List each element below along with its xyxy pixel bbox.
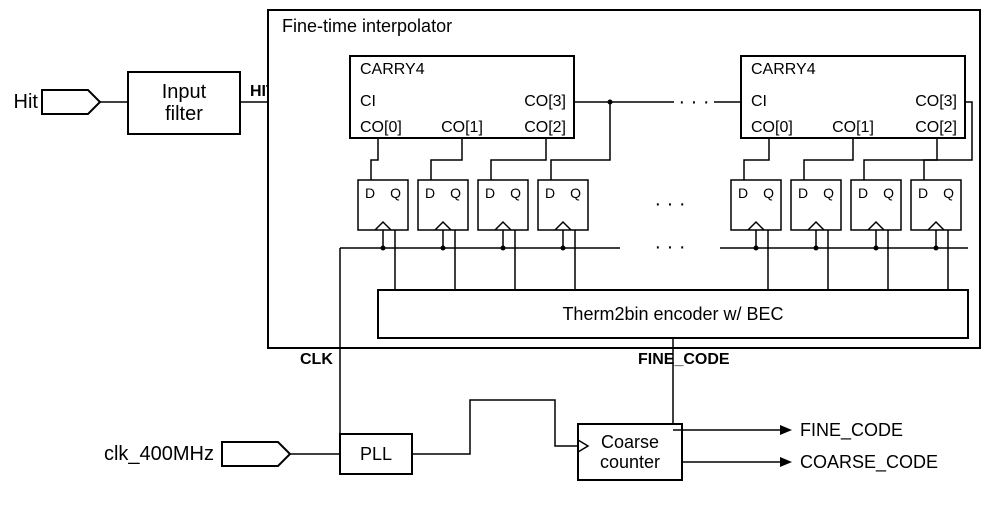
svg-text:D: D [858,185,868,201]
dff-2: D Q [418,180,468,230]
svg-text:D: D [798,185,808,201]
carry4-co3-1: CO[3] [524,93,566,110]
dff-7: D Q [851,180,901,230]
svg-text:Q: Q [390,185,401,201]
dots-carry: · · · [678,91,709,113]
pll-label: PLL [360,444,392,464]
dff-1: D Q [358,180,408,230]
svg-text:Q: Q [450,185,461,201]
arrowhead-coarse [780,457,792,467]
coarse-l2: counter [600,452,660,472]
carry4-ci-1: CI [360,93,376,110]
carry4-co2-2: CO[2] [915,119,957,136]
dff-3: D Q [478,180,528,230]
coarse-code-out: COARSE_CODE [800,452,938,473]
svg-text:D: D [425,185,435,201]
clk-port [222,442,290,466]
dff-6: D Q [791,180,841,230]
svg-text:Q: Q [570,185,581,201]
svg-text:Q: Q [943,185,954,201]
svg-text:D: D [918,185,928,201]
dff-5: D Q [731,180,781,230]
svg-text:Q: Q [510,185,521,201]
carry4-co0-1: CO[0] [360,119,402,136]
fine-code-bus-label: FINE_CODE [638,351,730,368]
input-filter-text2: filter [165,103,203,125]
dots-ff: · · · [654,193,685,215]
carry4-co0-2: CO[0] [751,119,793,136]
carry4-title-1: CARRY4 [360,61,425,78]
svg-text:D: D [738,185,748,201]
hit-label: Hit [14,91,39,113]
input-filter-text1: Input [162,81,207,103]
arrowhead-fine [780,425,792,435]
clk-port-label: clk_400MHz [104,443,214,465]
carry4-co3-2: CO[3] [915,93,957,110]
coarse-l1: Coarse [601,432,659,452]
dff-8: D Q [911,180,961,230]
svg-text:Q: Q [823,185,834,201]
svg-text:Q: Q [763,185,774,201]
dots-clk: · · · [654,236,685,258]
carry4-co2-1: CO[2] [524,119,566,136]
carry4-block-1: CARRY4 CI CO[3] CO[0] CO[1] CO[2] [350,56,574,138]
fine-code-out: FINE_CODE [800,420,903,441]
carry4-title-2: CARRY4 [751,61,816,78]
svg-text:D: D [485,185,495,201]
dff-4: D Q [538,180,588,230]
svg-text:Q: Q [883,185,894,201]
carry4-ci-2: CI [751,93,767,110]
clk-signal-label: CLK [300,351,333,368]
therm2bin-label: Therm2bin encoder w/ BEC [562,304,783,324]
fti-title: Fine-time interpolator [282,16,452,36]
hit-port [42,90,100,114]
carry4-co1-2: CO[1] [832,119,874,136]
carry4-co1-1: CO[1] [441,119,483,136]
carry4-block-2: CARRY4 CI CO[3] CO[0] CO[1] CO[2] [741,56,965,138]
svg-text:D: D [545,185,555,201]
svg-text:D: D [365,185,375,201]
